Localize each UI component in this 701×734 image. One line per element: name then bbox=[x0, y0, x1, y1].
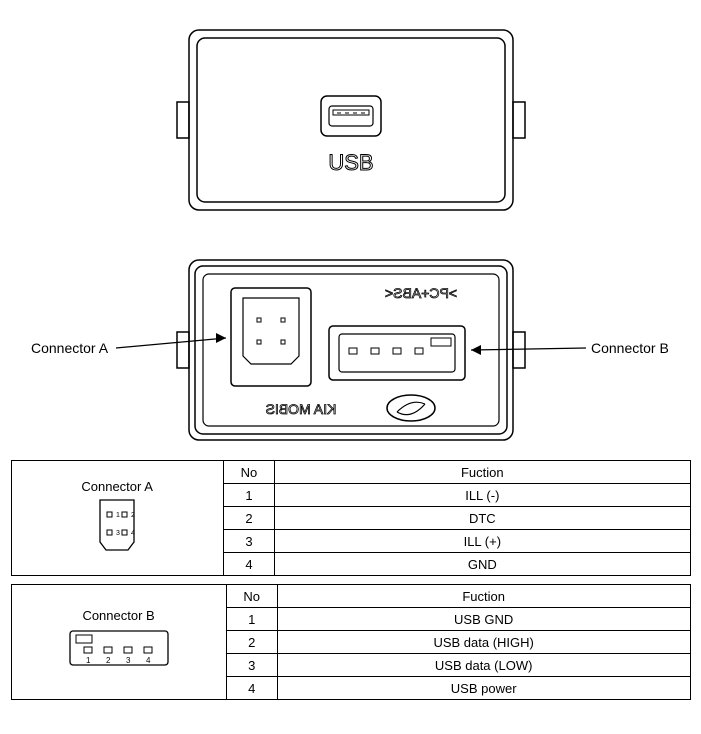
arrow-line-b bbox=[471, 348, 586, 350]
connector-a-pinout-cell: Connector A 1 2 3 4 bbox=[11, 461, 223, 576]
connector-b-label: Connector B bbox=[591, 340, 669, 356]
tableA-header-no: No bbox=[223, 461, 274, 484]
arrow-head-b bbox=[471, 345, 481, 355]
connector-a-pinout-title: Connector A bbox=[18, 479, 217, 494]
connector-b-pinout-title: Connector B bbox=[18, 608, 220, 623]
tableB-header-func: Fuction bbox=[277, 585, 690, 608]
svg-text:3: 3 bbox=[116, 530, 120, 537]
pin-no: 2 bbox=[223, 507, 274, 530]
connector-a-table: Connector A 1 2 3 4 No Fuction 1 ILL (-)… bbox=[11, 460, 691, 576]
connector-a-pinout-icon: 1 2 3 4 bbox=[90, 496, 144, 556]
svg-text:4: 4 bbox=[146, 656, 151, 665]
svg-text:4: 4 bbox=[131, 530, 135, 537]
pin-no: 3 bbox=[223, 530, 274, 553]
pin-no: 1 bbox=[226, 608, 277, 631]
pin-no: 3 bbox=[226, 654, 277, 677]
tableA-header-func: Fuction bbox=[275, 461, 690, 484]
svg-text:1: 1 bbox=[116, 512, 120, 519]
connector-b-rear bbox=[329, 326, 465, 380]
rear-diagram: >PC+ABS< KIA MOBIS bbox=[10, 230, 691, 460]
connector-b-pinout-icon: 1 2 3 4 bbox=[64, 625, 174, 675]
connector-a-rear bbox=[231, 288, 311, 386]
svg-text:1: 1 bbox=[86, 656, 91, 665]
svg-text:2: 2 bbox=[131, 512, 135, 519]
usb-label: USB bbox=[328, 150, 373, 175]
connector-a-label: Connector A bbox=[31, 340, 109, 356]
connector-b-pinout-cell: Connector B 1 2 3 4 bbox=[11, 585, 226, 700]
svg-text:2: 2 bbox=[106, 656, 111, 665]
svg-text:3: 3 bbox=[126, 656, 131, 665]
usb-module-rear: >PC+ABS< KIA MOBIS bbox=[11, 230, 691, 460]
pin-func: USB power bbox=[277, 677, 690, 700]
pin-func: GND bbox=[275, 553, 690, 576]
pin-no: 4 bbox=[226, 677, 277, 700]
material-label: >PC+ABS< bbox=[385, 285, 457, 301]
arrow-head-a bbox=[216, 333, 226, 343]
pin-func: DTC bbox=[275, 507, 690, 530]
pin-func: ILL (+) bbox=[275, 530, 690, 553]
usb-module-front: USB bbox=[171, 10, 531, 230]
pin-no: 4 bbox=[223, 553, 274, 576]
tableB-header-no: No bbox=[226, 585, 277, 608]
pin-func: USB GND bbox=[277, 608, 690, 631]
pin-func: USB data (LOW) bbox=[277, 654, 690, 677]
pin-no: 2 bbox=[226, 631, 277, 654]
front-diagram: USB bbox=[10, 10, 691, 230]
brand-label: KIA MOBIS bbox=[265, 401, 336, 417]
hyundai-logo bbox=[387, 395, 435, 421]
arrow-line-a bbox=[116, 338, 226, 348]
pin-no: 1 bbox=[223, 484, 274, 507]
pin-func: ILL (-) bbox=[275, 484, 690, 507]
connector-b-table: Connector B 1 2 3 4 No Fuction 1 USB GND… bbox=[11, 584, 691, 700]
pin-func: USB data (HIGH) bbox=[277, 631, 690, 654]
